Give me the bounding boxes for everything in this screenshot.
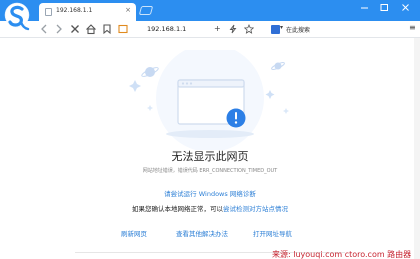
forward-icon[interactable] bbox=[53, 23, 65, 35]
other-solutions-link[interactable]: 查看其他解决办法 bbox=[176, 228, 228, 238]
tab-page-icon bbox=[45, 8, 52, 16]
lightning-icon[interactable] bbox=[228, 24, 238, 34]
search-placeholder: 在此搜索 bbox=[286, 27, 311, 34]
tab-title: 192.168.1.1 bbox=[56, 7, 93, 14]
star-icon[interactable] bbox=[244, 24, 254, 34]
menu-icon[interactable]: ≡ bbox=[409, 23, 416, 32]
bookmark-icon[interactable] bbox=[101, 23, 113, 35]
check-site-link[interactable]: 尝试检测对方站点情况 bbox=[223, 205, 288, 213]
check-site-line: 如果您确认本地网络正常，可以尝试检测对方站点情况 bbox=[0, 203, 420, 213]
tab-close-button[interactable]: × bbox=[125, 6, 131, 14]
refresh-link[interactable]: 刷新网页 bbox=[121, 228, 147, 238]
browser-logo-icon[interactable] bbox=[3, 2, 31, 32]
navigation-bar: 192.168.1.1 + ▾ 在此搜索 ≡ bbox=[0, 21, 420, 38]
open-navigation-link[interactable]: 打开网址导航 bbox=[253, 228, 292, 238]
address-bar[interactable]: 192.168.1.1 bbox=[137, 22, 287, 37]
search-dropdown-icon[interactable]: ▾ bbox=[280, 24, 283, 31]
title-bar: 192.168.1.1 × bbox=[0, 0, 420, 21]
stop-icon[interactable] bbox=[69, 23, 81, 35]
error-detail: 网站地址错误，错误代码 ERR_CONNECTION_TIMED_OUT bbox=[142, 168, 278, 174]
zoom-button[interactable]: + bbox=[214, 24, 221, 33]
error-title: 无法显示此网页 bbox=[171, 150, 249, 163]
network-diagnose-link[interactable]: 请尝试运行 Windows 网络诊断 bbox=[0, 188, 420, 198]
search-engine-icon bbox=[271, 25, 280, 34]
close-icon[interactable] bbox=[401, 3, 410, 12]
new-tab-button[interactable] bbox=[138, 6, 154, 15]
page-error-icon bbox=[129, 50, 289, 150]
maximize-icon[interactable] bbox=[380, 3, 389, 12]
tab-page-icon[interactable] bbox=[117, 23, 129, 35]
watermark: 来源: luyouqi.com ctoro.com 路由器 bbox=[272, 250, 412, 259]
check-site-prefix: 如果您确认本地网络正常，可以 bbox=[132, 205, 223, 213]
tab-active[interactable]: 192.168.1.1 × bbox=[39, 3, 136, 21]
minimize-icon[interactable] bbox=[360, 3, 369, 12]
home-icon[interactable] bbox=[85, 23, 97, 35]
back-icon[interactable] bbox=[38, 23, 50, 35]
search-box[interactable]: ▾ 在此搜索 bbox=[270, 24, 400, 35]
address-text[interactable]: 192.168.1.1 bbox=[147, 25, 186, 33]
